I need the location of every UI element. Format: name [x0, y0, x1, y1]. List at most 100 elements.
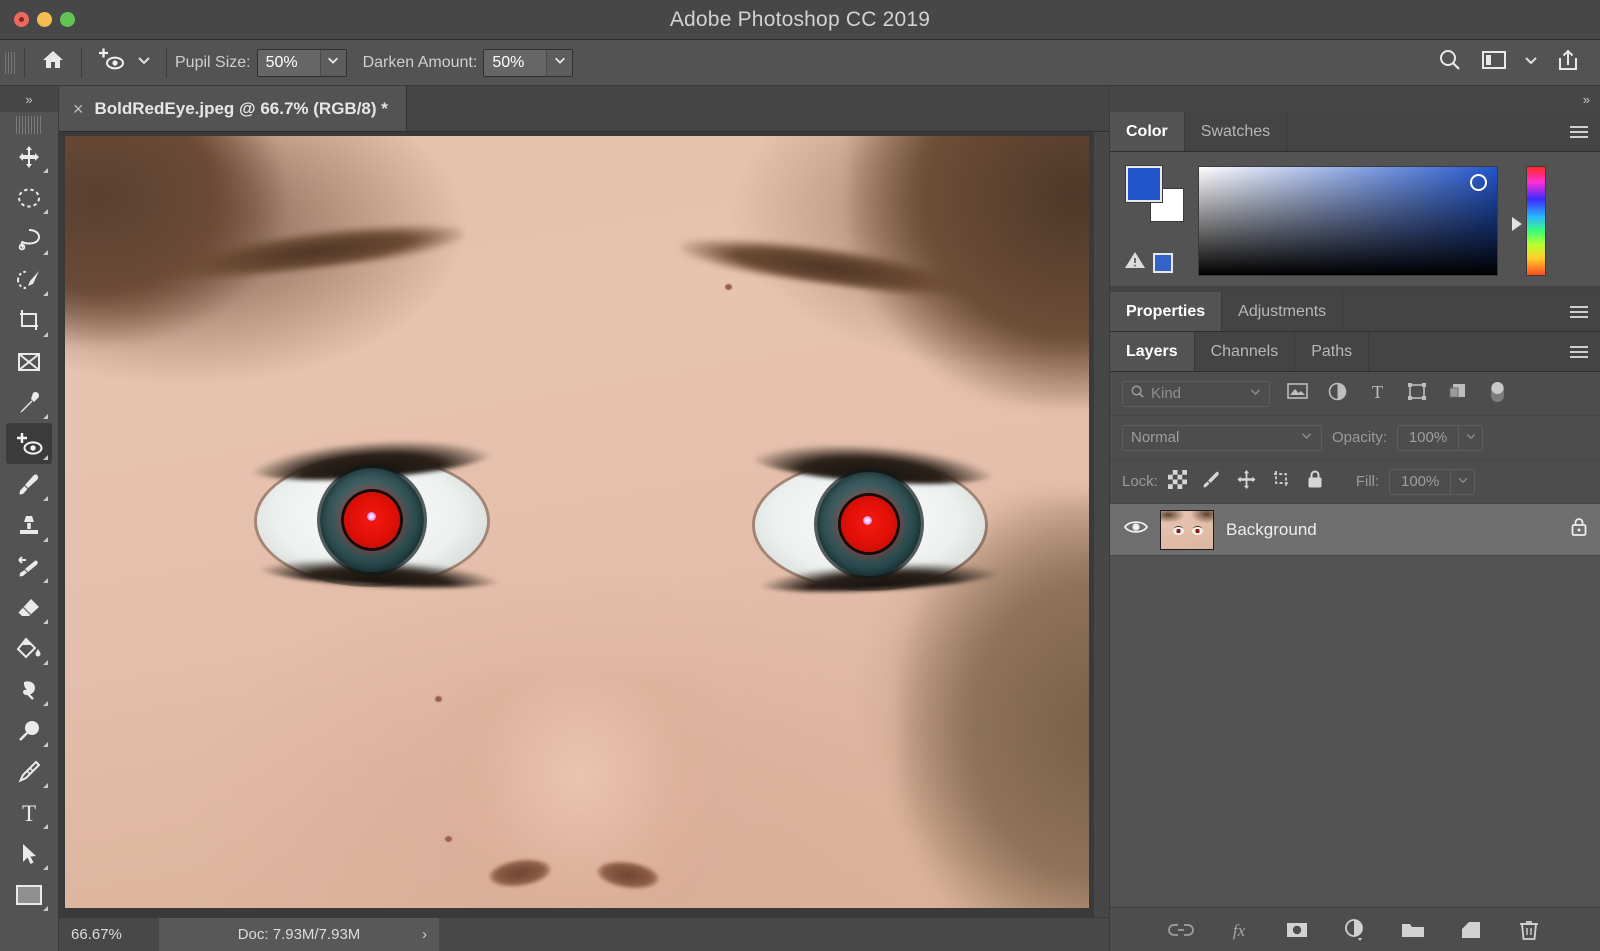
delete-layer-icon[interactable] [1515, 916, 1543, 944]
tab-adjustments[interactable]: Adjustments [1222, 292, 1343, 331]
smart-object-filter-icon [1448, 382, 1467, 406]
clone-stamp-tool[interactable] [6, 505, 52, 546]
tool-preset-dropdown[interactable] [130, 44, 158, 82]
darken-amount-combo[interactable]: 50% [483, 49, 573, 77]
layer-row[interactable]: Background [1110, 504, 1600, 556]
history-brush-tool[interactable] [6, 546, 52, 587]
zoom-level[interactable]: 66.67% [59, 926, 159, 943]
chevron-down-icon [1523, 52, 1539, 73]
home-button[interactable] [33, 44, 73, 82]
filter-pixel-layers-button[interactable] [1284, 382, 1310, 405]
lock-transparent-pixels-icon[interactable] [1168, 470, 1187, 493]
hue-slider[interactable] [1512, 166, 1550, 276]
dodge-tool[interactable] [6, 669, 52, 710]
search-button[interactable] [1430, 44, 1470, 82]
gamut-warning-group[interactable] [1124, 250, 1173, 275]
tab-properties[interactable]: Properties [1110, 292, 1222, 331]
document-image[interactable] [65, 136, 1089, 908]
toolbar-collapse-button[interactable]: » [0, 86, 58, 112]
layer-style-fx-icon[interactable]: fx [1225, 916, 1253, 944]
layer-thumbnail[interactable] [1160, 510, 1214, 550]
options-bar-right-group [1430, 44, 1588, 82]
fill-value[interactable]: 100% [1389, 469, 1451, 495]
opacity-control[interactable]: 100% [1397, 425, 1483, 451]
filter-smart-objects-button[interactable] [1444, 382, 1470, 406]
options-bar-grip[interactable] [5, 52, 16, 74]
move-tool[interactable] [6, 136, 52, 177]
lock-position-icon[interactable] [1236, 469, 1257, 494]
close-icon[interactable]: × [73, 100, 84, 118]
quick-selection-tool[interactable] [6, 259, 52, 300]
lock-icon[interactable] [1570, 516, 1588, 543]
panel-menu-icon[interactable] [1570, 303, 1588, 321]
eraser-tool[interactable] [6, 587, 52, 628]
path-selection-tool[interactable] [6, 833, 52, 874]
filter-adjustment-layers-button[interactable] [1324, 382, 1350, 406]
pupil-size-value[interactable]: 50% [258, 50, 320, 76]
filter-type-layers-button[interactable]: T [1364, 382, 1390, 406]
blur-tool[interactable] [6, 710, 52, 751]
tool-group-indicator [43, 619, 48, 624]
red-eye-tool[interactable] [6, 423, 52, 464]
canvas-vertical-scrollbar[interactable] [1094, 132, 1109, 951]
lasso-tool[interactable] [6, 218, 52, 259]
document-tab[interactable]: × BoldRedEye.jpeg @ 66.7% (RGB/8) * [59, 86, 407, 131]
fill-control[interactable]: 100% [1389, 469, 1475, 495]
new-adjustment-layer-icon[interactable] [1341, 916, 1369, 944]
color-gradient-field[interactable] [1198, 166, 1498, 276]
darken-amount-dropdown-arrow[interactable] [546, 50, 572, 76]
pupil-size-dropdown-arrow[interactable] [320, 50, 346, 76]
layer-name[interactable]: Background [1226, 520, 1558, 540]
paint-bucket-tool[interactable] [6, 628, 52, 669]
new-layer-icon[interactable] [1457, 916, 1485, 944]
color-picker-handle[interactable] [1470, 174, 1487, 191]
canvas-area[interactable] [59, 132, 1109, 951]
fill-dropdown-arrow[interactable] [1451, 469, 1475, 495]
lock-all-icon[interactable] [1306, 469, 1324, 494]
foreground-color-swatch[interactable] [1126, 166, 1162, 202]
crop-tool[interactable] [6, 300, 52, 341]
pen-tool[interactable] [6, 751, 52, 792]
new-group-icon[interactable] [1399, 916, 1427, 944]
elliptical-marquee-tool[interactable] [6, 177, 52, 218]
document-info[interactable]: Doc: 7.93M/7.93M › [159, 918, 439, 951]
lock-artboard-icon[interactable] [1271, 470, 1292, 494]
tab-layers[interactable]: Layers [1110, 332, 1195, 371]
opacity-dropdown-arrow[interactable] [1459, 425, 1483, 451]
type-tool[interactable]: T [6, 792, 52, 833]
tab-channels[interactable]: Channels [1195, 332, 1296, 371]
panels-collapse-button[interactable]: » [1110, 86, 1600, 112]
eyedropper-tool[interactable] [6, 382, 52, 423]
eye-icon[interactable] [1124, 518, 1148, 541]
filter-shape-layers-button[interactable] [1404, 382, 1430, 406]
share-button[interactable] [1548, 44, 1588, 82]
hue-slider-handle[interactable] [1512, 217, 1522, 231]
divider [24, 48, 25, 78]
opacity-value[interactable]: 100% [1397, 425, 1459, 451]
add-layer-mask-icon[interactable] [1283, 916, 1311, 944]
status-expand-icon[interactable]: › [422, 926, 427, 943]
toolbar-grip[interactable] [16, 116, 42, 134]
panel-menu-icon[interactable] [1570, 123, 1588, 141]
pupil-size-combo[interactable]: 50% [257, 49, 347, 77]
blend-mode-select[interactable]: Normal [1122, 425, 1322, 451]
dodge-icon [16, 677, 42, 703]
workspace-dropdown[interactable] [1518, 44, 1544, 82]
workspace-switcher-button[interactable] [1474, 44, 1514, 82]
brush-tool[interactable] [6, 464, 52, 505]
hue-strip[interactable] [1526, 166, 1546, 276]
rectangle-tool[interactable] [6, 874, 52, 915]
current-tool-preset[interactable] [90, 44, 130, 82]
darken-amount-value[interactable]: 50% [484, 50, 546, 76]
eyedropper-icon [16, 390, 42, 416]
frame-tool[interactable] [6, 341, 52, 382]
tab-color[interactable]: Color [1110, 112, 1185, 151]
panel-menu-icon[interactable] [1570, 343, 1588, 361]
gamut-substitute-swatch[interactable] [1153, 253, 1173, 273]
layer-filter-kind-select[interactable]: Kind [1122, 381, 1270, 407]
layer-filter-toggle[interactable] [1484, 378, 1510, 409]
tab-paths[interactable]: Paths [1295, 332, 1369, 371]
lock-image-pixels-icon[interactable] [1201, 470, 1222, 494]
tab-swatches[interactable]: Swatches [1185, 112, 1287, 151]
link-layers-icon[interactable] [1167, 916, 1195, 944]
